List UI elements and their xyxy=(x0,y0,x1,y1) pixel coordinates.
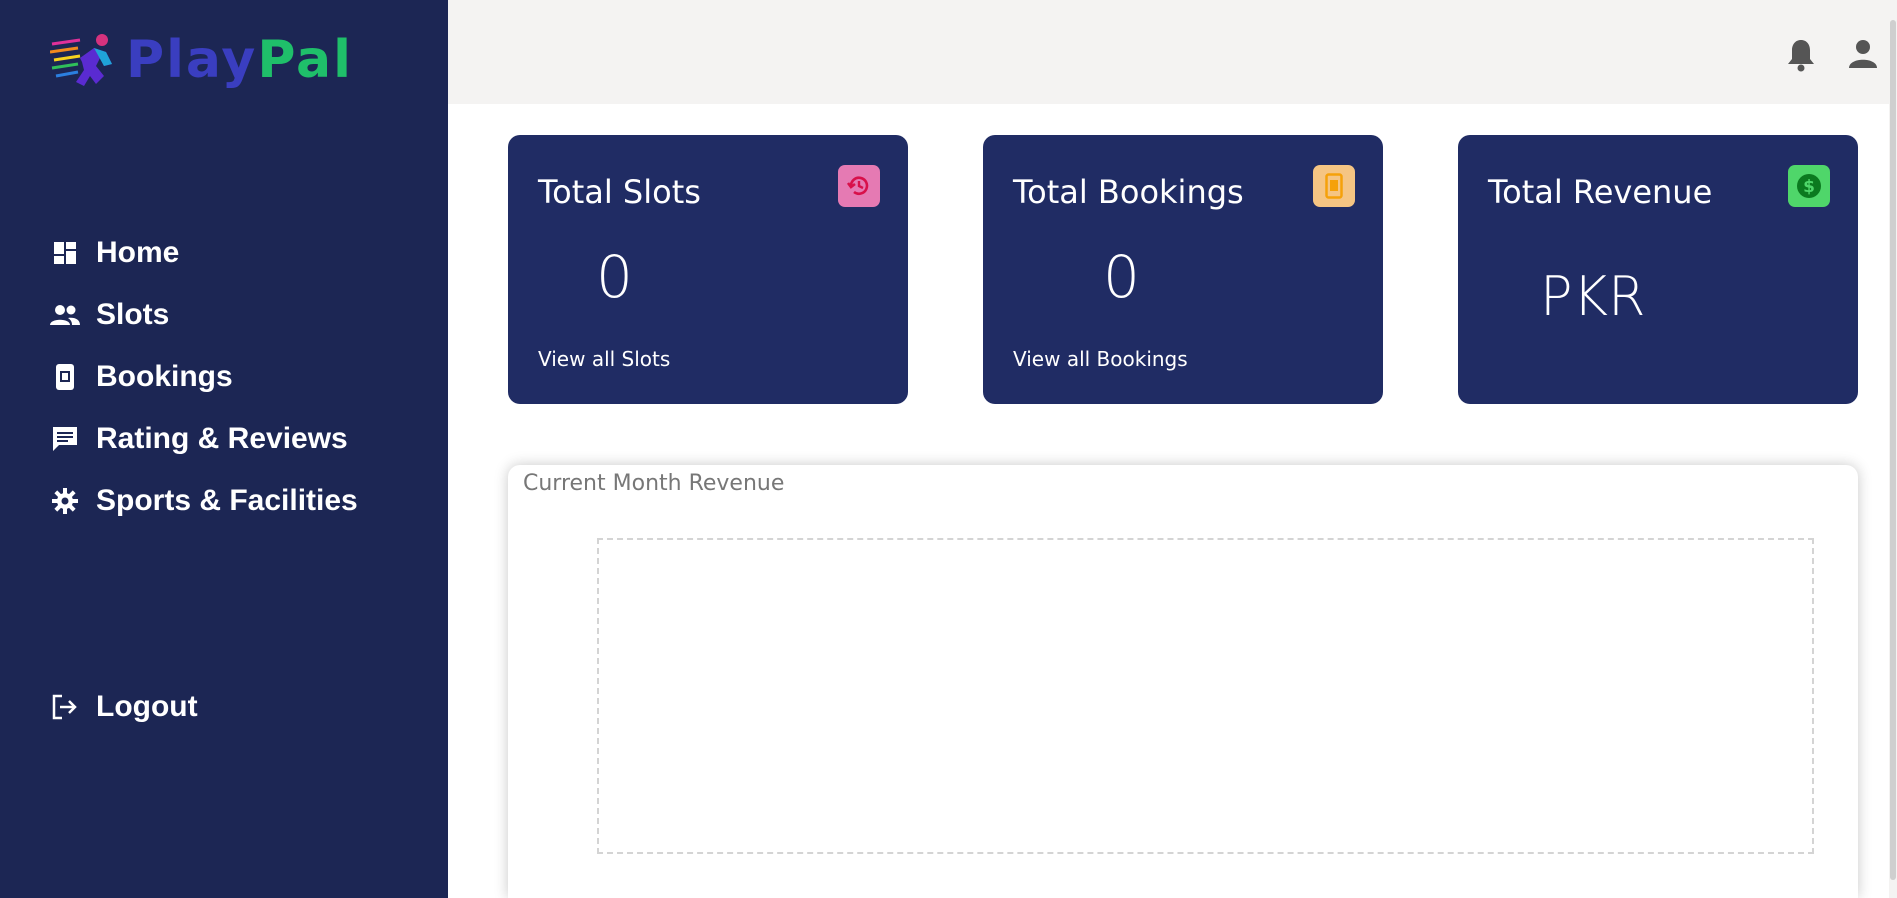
top-bar xyxy=(448,0,1897,104)
brand-name-play: Play xyxy=(126,30,258,90)
bell-icon[interactable] xyxy=(1786,38,1816,72)
total-bookings-card: Total Bookings 0 View all Bookings xyxy=(983,135,1383,404)
gear-icon xyxy=(50,486,80,516)
logout-icon xyxy=(50,692,80,722)
sidebar-item-label: Sports & Facilities xyxy=(96,484,358,517)
sidebar-item-rating-reviews[interactable]: Rating & Reviews xyxy=(50,408,358,470)
sidebar-item-label: Home xyxy=(96,236,180,269)
sidebar-item-label: Slots xyxy=(96,298,170,331)
view-all-slots-link[interactable]: View all Slots xyxy=(538,347,670,371)
booking-card-icon xyxy=(50,362,80,392)
brand-logo[interactable]: PlayPal xyxy=(50,30,353,90)
total-slots-card: Total Slots 0 View all Slots xyxy=(508,135,908,404)
view-all-bookings-link[interactable]: View all Bookings xyxy=(1013,347,1188,371)
sidebar-item-slots[interactable]: Slots xyxy=(50,284,358,346)
revenue-value: PKR xyxy=(1540,265,1646,328)
logout-label: Logout xyxy=(96,690,198,723)
user-icon[interactable] xyxy=(1848,38,1878,70)
history-icon xyxy=(838,165,880,207)
sidebar-item-home[interactable]: Home xyxy=(50,222,358,284)
sidebar-item-sports-facilities[interactable]: Sports & Facilities xyxy=(50,470,358,532)
dashboard-icon xyxy=(50,238,80,268)
phone-icon xyxy=(1313,165,1355,207)
sidebar-item-bookings[interactable]: Bookings xyxy=(50,346,358,408)
sidebar-nav: Home Slots Bookings Rating & Reviews Spo… xyxy=(50,222,358,532)
sidebar-item-label: Rating & Reviews xyxy=(96,422,348,455)
sidebar: PlayPal Home Slots Bookings Rating & Rev… xyxy=(0,0,448,898)
revenue-chart-placeholder xyxy=(597,538,1814,854)
card-title: Total Bookings xyxy=(1013,173,1244,211)
current-month-revenue-panel: Current Month Revenue xyxy=(508,465,1858,898)
total-revenue-card: Total Revenue $ PKR xyxy=(1458,135,1858,404)
svg-text:$: $ xyxy=(1803,177,1815,197)
card-value: 0 xyxy=(1103,243,1140,311)
card-title: Total Revenue xyxy=(1488,173,1713,211)
logout-button[interactable]: Logout xyxy=(50,676,198,738)
sidebar-item-label: Bookings xyxy=(96,360,233,393)
card-value: 0 xyxy=(596,243,633,311)
scrollbar-thumb[interactable] xyxy=(1890,20,1896,880)
comment-icon xyxy=(50,424,80,454)
card-title: Total Slots xyxy=(538,173,701,211)
runner-logo-icon xyxy=(50,34,112,86)
revenue-panel-title: Current Month Revenue xyxy=(523,471,785,496)
people-icon xyxy=(50,300,80,330)
brand-name-pal: Pal xyxy=(257,30,353,90)
dollar-icon: $ xyxy=(1788,165,1830,207)
